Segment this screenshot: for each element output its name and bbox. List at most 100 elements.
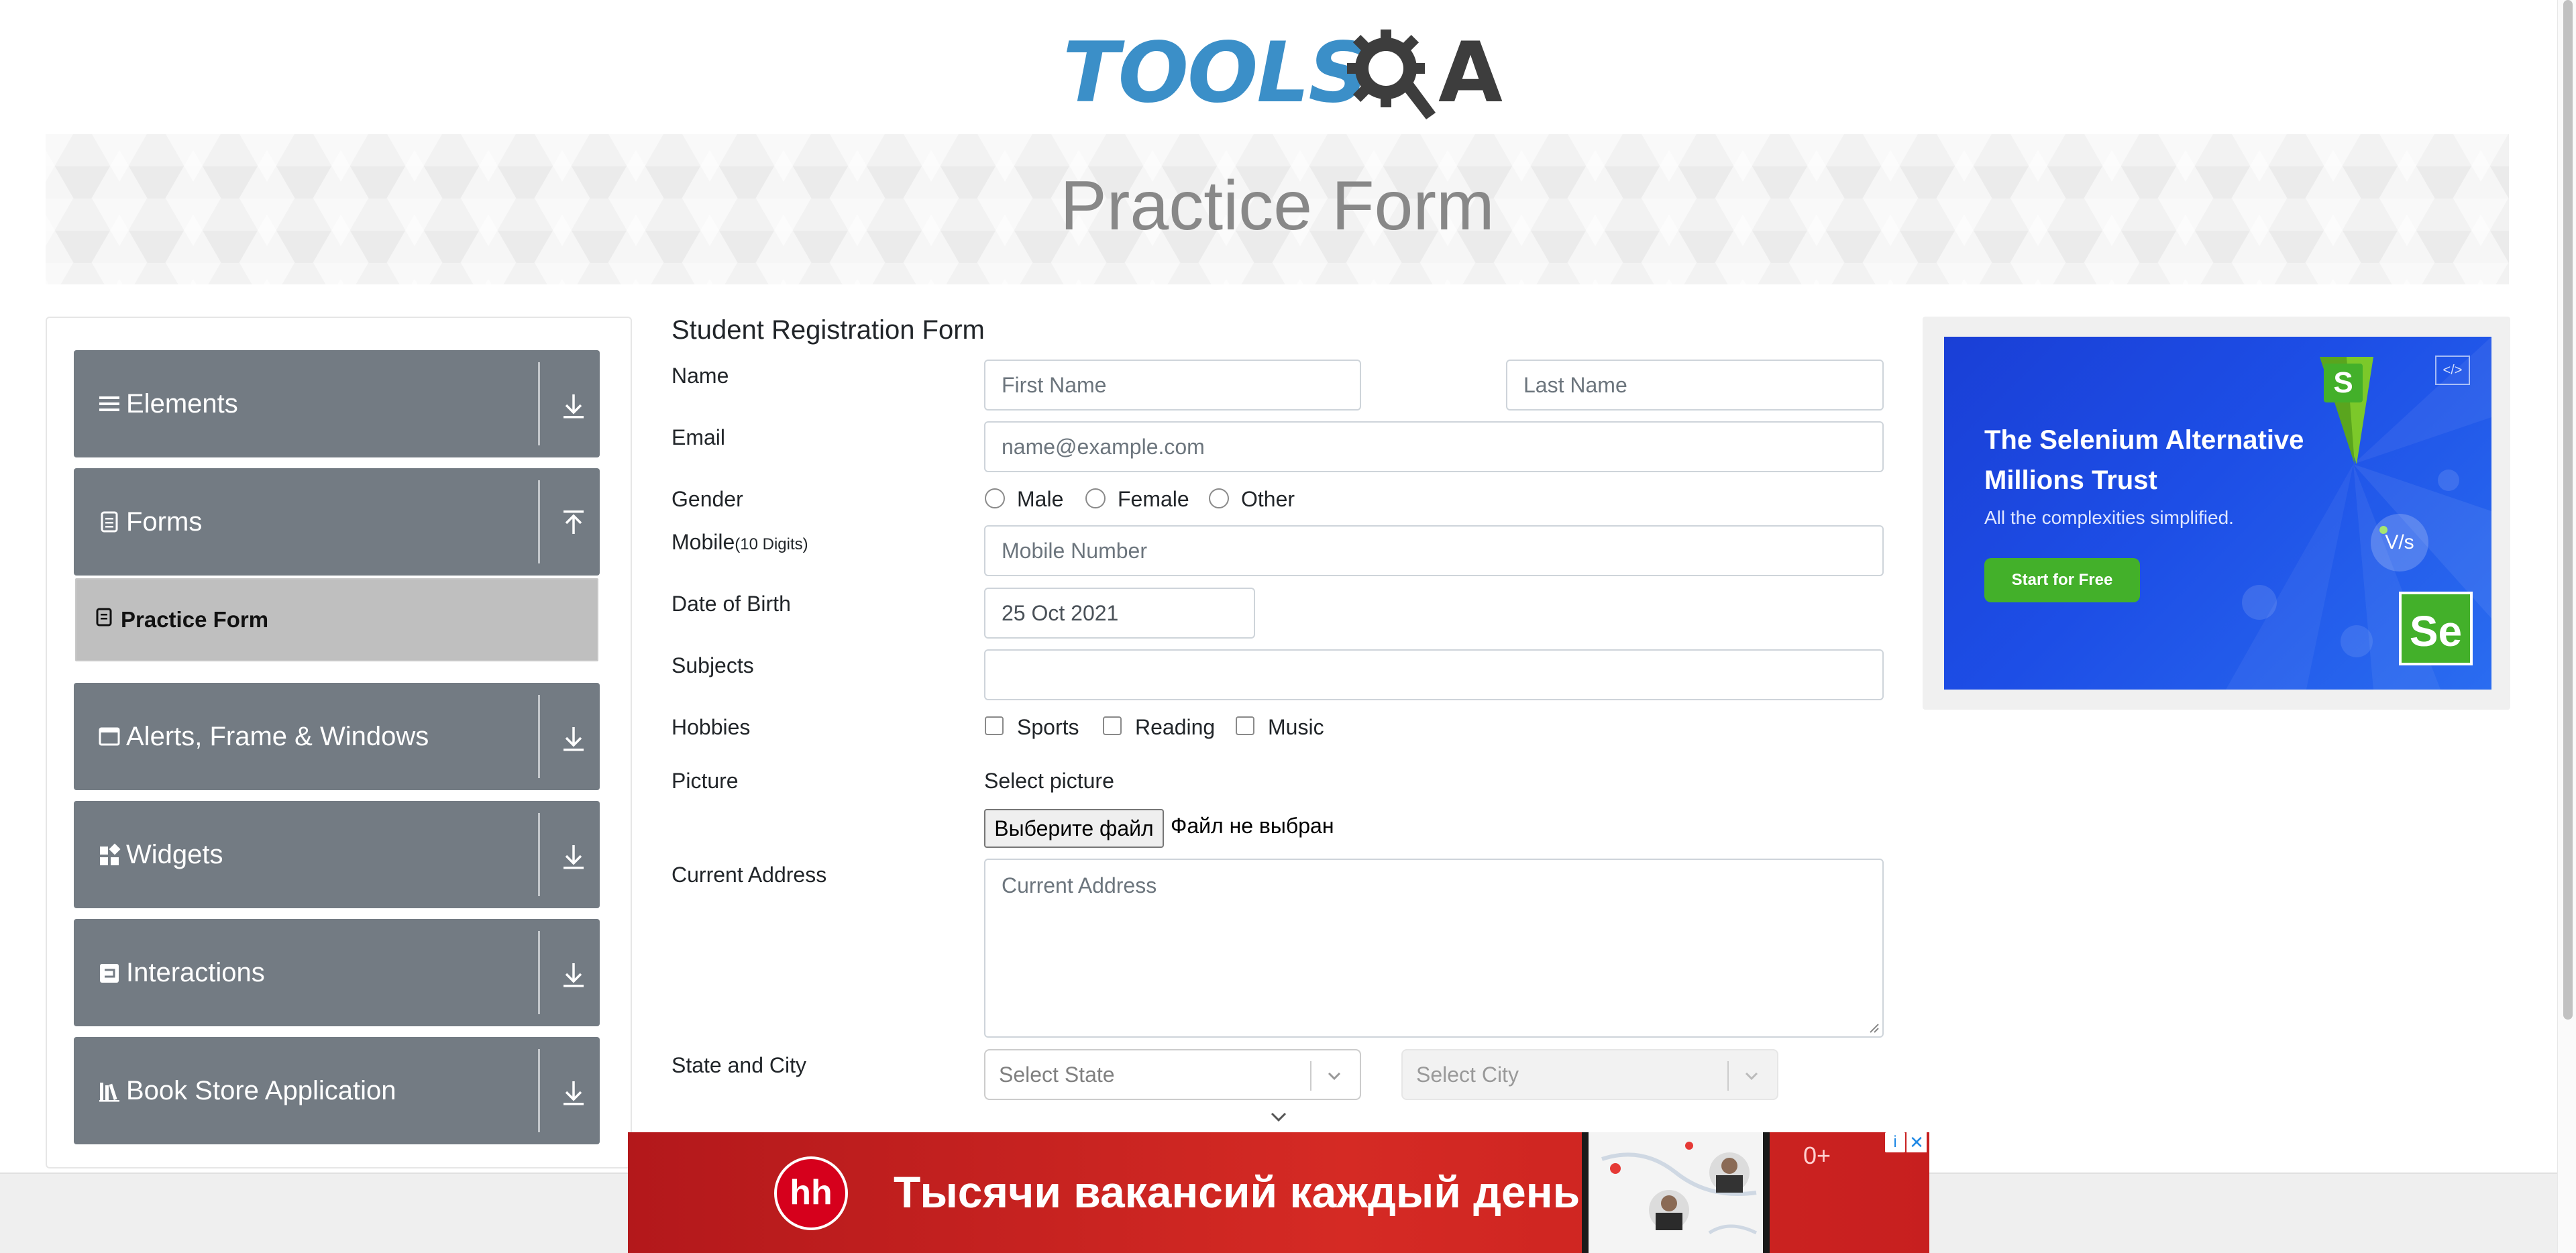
age-rating: 0+ [1803,1142,1831,1169]
email-label: Email [672,425,726,449]
mobile-input[interactable]: Mobile Number [984,525,1884,576]
close-ad-button[interactable]: ✕ [1907,1132,1927,1152]
divider [538,813,540,896]
state-city-label: State and City [672,1053,806,1077]
sidebar-group-elements[interactable]: Elements [74,350,600,457]
start-for-free-button[interactable]: Start for Free [1984,558,2140,602]
dob-label: Date of Birth [672,592,791,616]
page-title: Practice Form [1060,167,1495,245]
divider [538,480,540,563]
sidebar-group-alerts[interactable]: Alerts, Frame & Windows [74,683,600,790]
gender-other-label[interactable]: Other [1241,487,1295,512]
chevron-down-icon [1745,1072,1758,1081]
address-label: Current Address [672,863,827,887]
sidebar-item-practice-form[interactable]: Practice Form [75,578,598,661]
sidebar: Elements Forms Practice Form Alerts, Fra… [46,317,632,1168]
state-select[interactable]: Select State [984,1049,1361,1100]
s-badge-icon: S [2324,364,2363,402]
list-icon [99,396,119,411]
divider [1727,1061,1729,1091]
gender-female-label[interactable]: Female [1118,487,1189,512]
sidebar-group-interactions[interactable]: Interactions [74,919,600,1026]
hobby-sports-label[interactable]: Sports [1017,715,1079,740]
state-select-value: Select State [999,1063,1115,1087]
email-input[interactable]: name@example.com [984,421,1884,472]
download-arrow-icon[interactable] [558,722,589,755]
sidebar-group-label: Alerts, Frame & Windows [126,722,429,751]
form-title: Student Registration Form [672,315,985,345]
bottom-ad-text: Тысячи вакансий каждый день [894,1167,1580,1217]
chevron-down-icon[interactable] [1267,1109,1291,1126]
sidebar-group-forms[interactable]: Forms [74,468,600,576]
address-placeholder: Current Address [1002,873,1157,897]
gender-male-radio[interactable] [985,488,1005,508]
hobby-reading-label[interactable]: Reading [1135,715,1215,740]
first-name-input[interactable]: First Name [984,360,1361,411]
selenium-badge-icon: Se [2399,592,2473,665]
selenium-alternative-ad[interactable]: S V/s Se </> The Selenium Alternative Mi… [1944,337,2491,690]
ad-title: The Selenium Alternative Millions Trust [1984,425,2304,495]
sidebar-group-widgets[interactable]: Widgets [74,801,600,908]
mobile-hint: (10 Digits) [735,535,808,553]
gender-male-label[interactable]: Male [1017,487,1063,512]
window-icon [99,727,120,746]
form-icon [96,608,112,626]
hobby-music-checkbox[interactable] [1236,716,1254,735]
subjects-label: Subjects [672,653,754,677]
logo-text-a: A [1438,25,1503,121]
download-arrow-icon[interactable] [558,389,589,423]
sidebar-group-label: Book Store Application [126,1076,396,1105]
resize-handle-icon[interactable] [1868,1022,1880,1034]
ad-subtitle: All the complexities simplified. [1984,507,2234,528]
gender-label: Gender [672,487,743,511]
choose-file-button[interactable]: Выберите файл [984,809,1164,848]
name-label: Name [672,364,729,388]
sidebar-group-label: Forms [126,507,203,537]
subjects-input[interactable] [984,649,1884,700]
current-address-textarea[interactable]: Current Address [984,859,1884,1038]
sidebar-group-label: Interactions [126,958,265,987]
upload-arrow-icon[interactable] [558,507,589,541]
download-arrow-icon[interactable] [558,840,589,873]
hobby-music-label[interactable]: Music [1268,715,1324,740]
city-select[interactable]: Select City [1401,1049,1778,1100]
sidebar-group-label: Widgets [126,840,223,869]
vs-badge-icon: V/s [2371,514,2428,571]
document-icon [101,511,118,533]
download-arrow-icon[interactable] [558,958,589,991]
vertical-scrollbar[interactable] [2557,0,2576,1253]
select-picture-label: Select picture [984,769,1114,793]
hobbies-label: Hobbies [672,715,751,739]
hobby-sports-checkbox[interactable] [985,716,1004,735]
chevron-down-icon [1328,1072,1341,1081]
page-banner: Practice Form [46,134,2509,284]
logo-text-tools: TOOLS [1063,25,1368,121]
phone-image [1582,1132,1770,1253]
dob-input[interactable]: 25 Oct 2021 [984,588,1255,639]
interactions-icon [100,964,119,983]
sidebar-group-label: Elements [126,389,238,419]
widgets-icon [100,843,121,865]
mobile-label: Mobile(10 Digits) [672,530,808,555]
scrollbar-thumb[interactable] [2563,0,2573,1020]
gear-magnifier-icon [1347,30,1436,119]
mobile-label-text: Mobile [672,530,735,554]
hobby-reading-checkbox[interactable] [1103,716,1122,735]
phone-content-graphic [1601,1142,1758,1235]
hh-logo: hh [774,1156,848,1230]
code-icon: </> [2435,356,2470,385]
last-name-input[interactable]: Last Name [1506,360,1884,411]
divider [538,1049,540,1132]
download-arrow-icon[interactable] [558,1076,589,1109]
adchoices-icon[interactable]: i [1885,1132,1905,1152]
picture-label: Picture [672,769,739,793]
hh-bottom-ad[interactable]: hh Тысячи вакансий каждый день 0+ i ✕ [628,1132,1929,1253]
sidebar-group-book-store[interactable]: Book Store Application [74,1037,600,1144]
divider [538,695,540,778]
gender-female-radio[interactable] [1085,488,1106,508]
file-status-text: Файл не выбран [1171,814,1334,838]
divider [1310,1061,1311,1091]
gender-other-radio[interactable] [1209,488,1229,508]
toolsqa-logo[interactable]: TOOLS A [1063,20,1503,121]
sidebar-item-label: Practice Form [121,607,269,632]
